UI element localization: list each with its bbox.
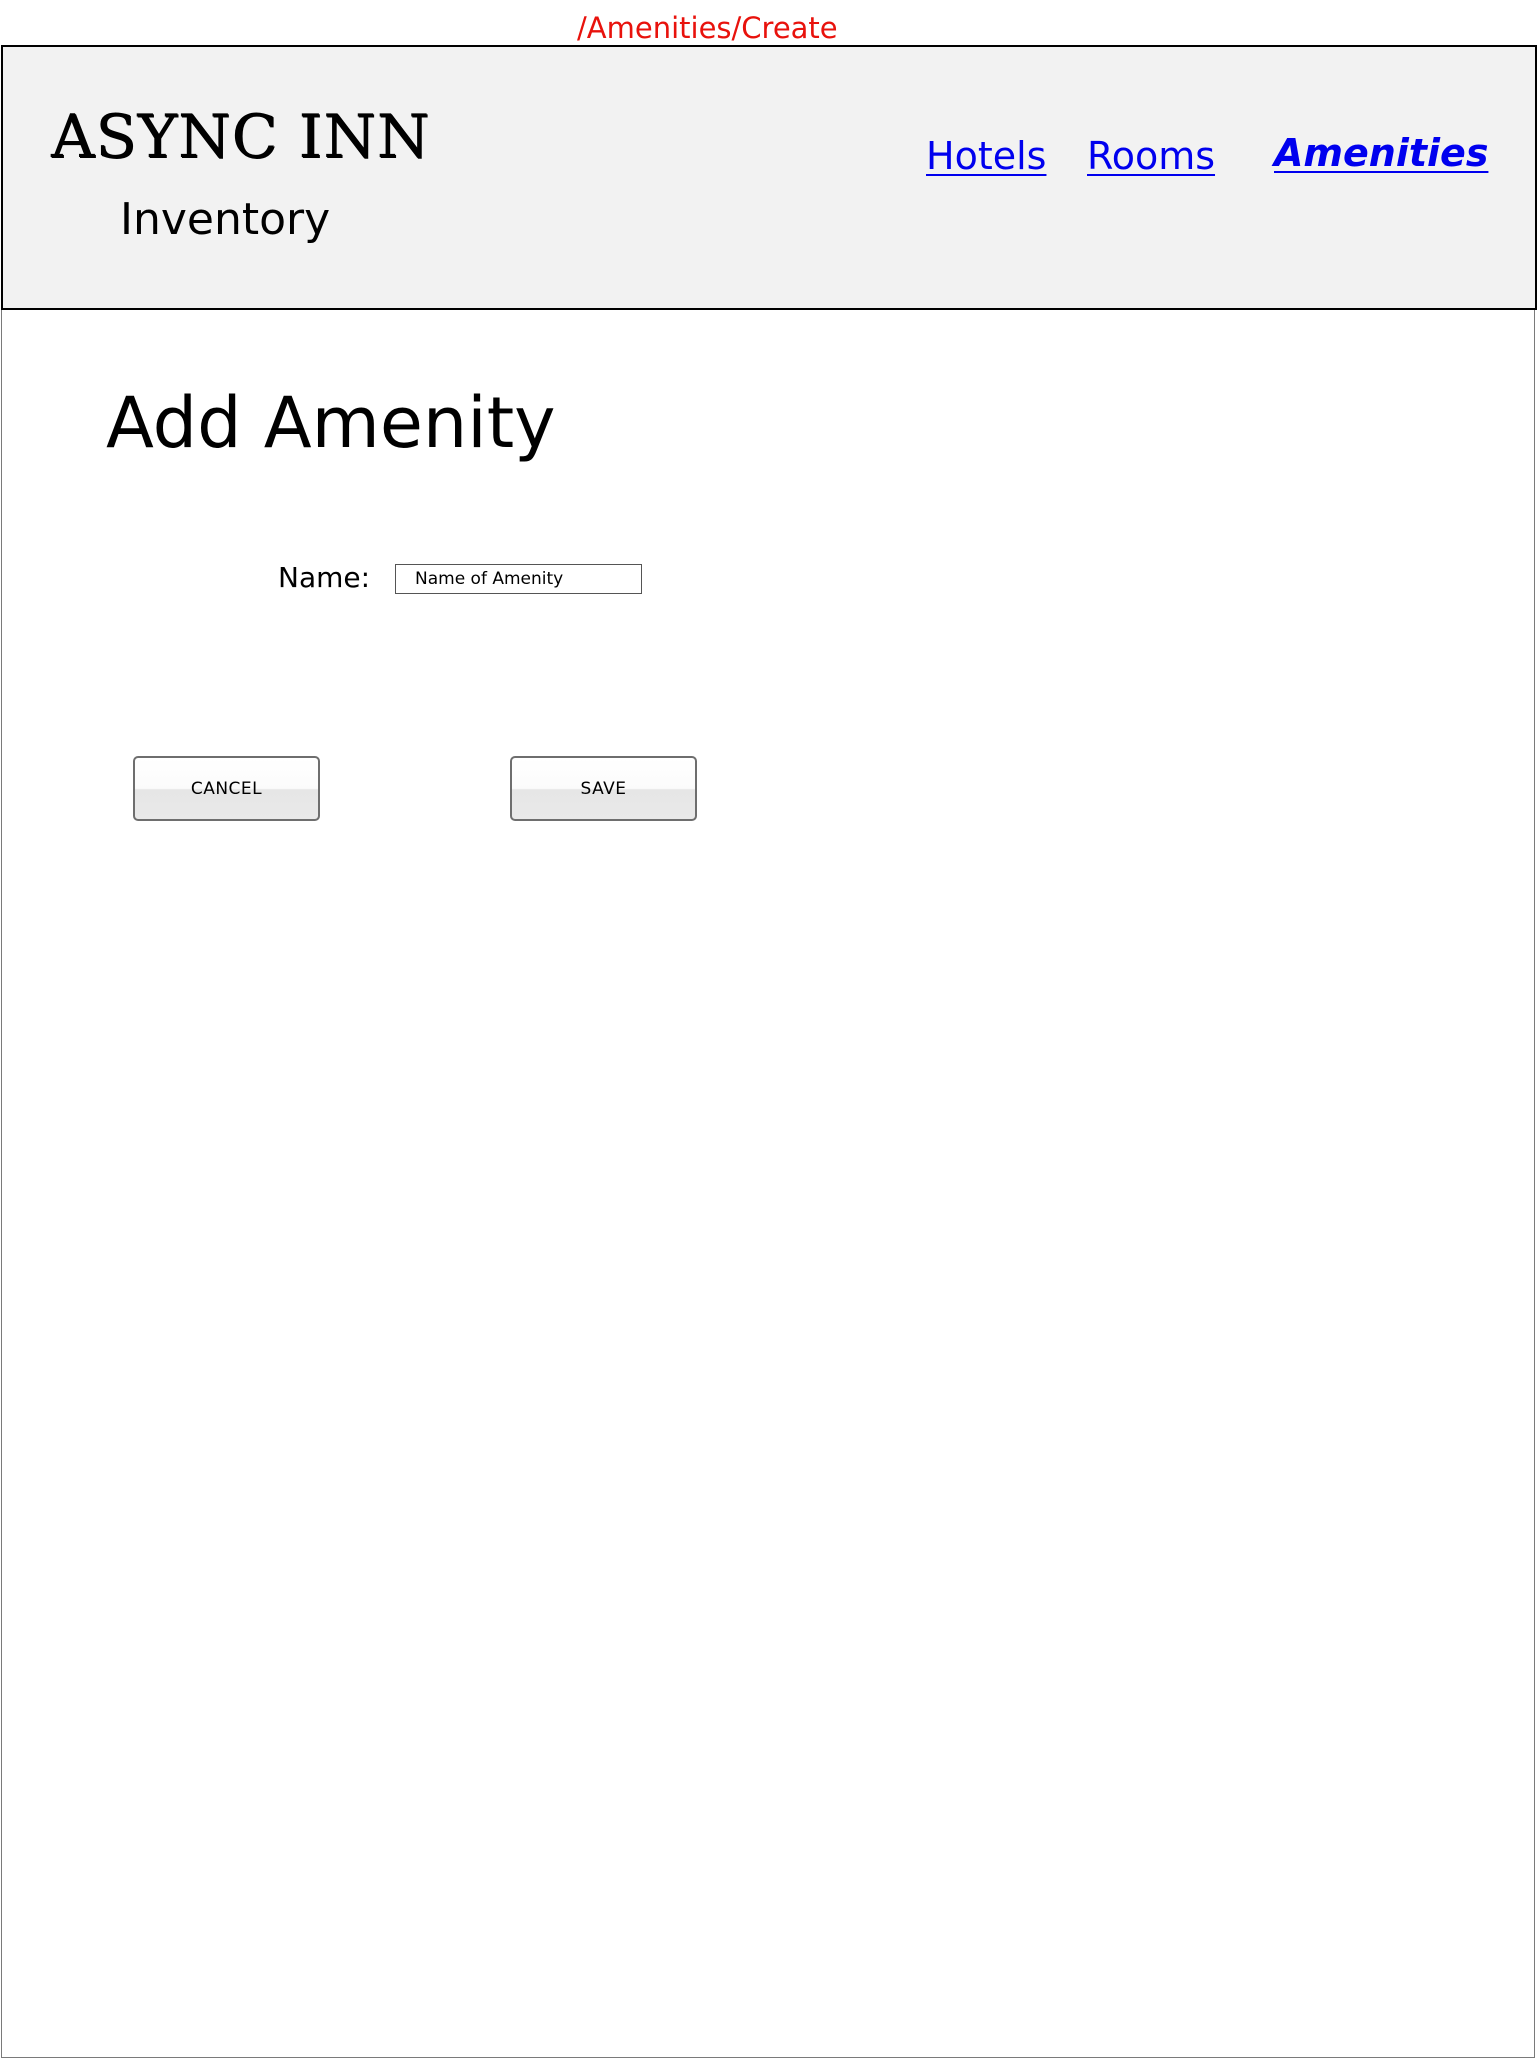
page-title: Add Amenity — [106, 382, 556, 464]
save-button[interactable]: SAVE — [510, 756, 697, 821]
nav-link-hotels[interactable]: Hotels — [926, 132, 1046, 180]
cancel-button[interactable]: CANCEL — [133, 756, 320, 821]
brand-subtitle: Inventory — [120, 194, 331, 245]
site-header: ASYNC INN Inventory Hotels Rooms Ameniti… — [1, 45, 1537, 310]
nav-link-amenities[interactable]: Amenities — [1274, 129, 1488, 177]
brand-title: ASYNC INN — [51, 102, 431, 172]
name-label: Name: — [278, 561, 371, 594]
page-frame — [1, 45, 1535, 2058]
nav-link-rooms[interactable]: Rooms — [1087, 132, 1215, 180]
route-label: /Amenities/Create — [577, 11, 838, 45]
amenity-name-input[interactable] — [395, 564, 642, 594]
